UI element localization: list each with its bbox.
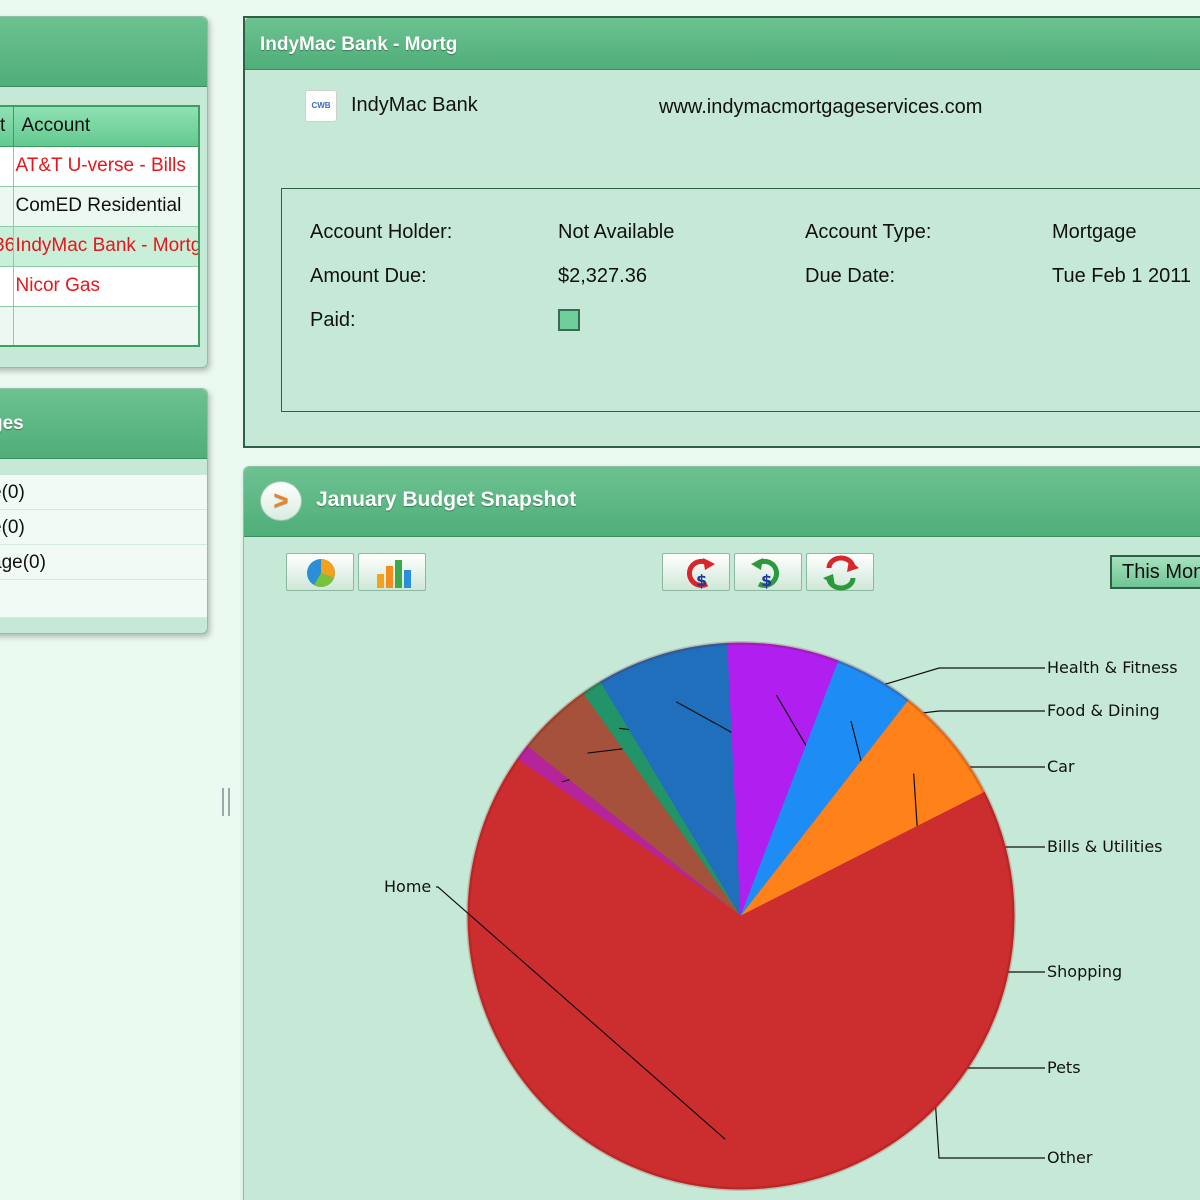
detail-panel-title: IndyMac Bank - Mortg xyxy=(260,34,458,55)
pie-label: Shopping xyxy=(1047,962,1122,981)
list-item xyxy=(0,580,207,618)
table-row-selected[interactable]: 36 IndyMac Bank - Mortg xyxy=(0,225,200,267)
row-amount xyxy=(0,305,14,347)
row-account[interactable] xyxy=(12,305,200,347)
table-row[interactable] xyxy=(0,305,200,347)
row-account[interactable]: ComED Residential xyxy=(12,185,200,227)
changes-panel-title: ges xyxy=(0,413,24,434)
row-account[interactable]: AT&T U-verse - Bills xyxy=(12,145,200,187)
panel-splitter-handle[interactable] xyxy=(222,788,230,816)
pie-label: Car xyxy=(1047,757,1075,776)
account-type-value: Mortgage xyxy=(1052,221,1137,243)
row-amount xyxy=(0,265,14,307)
table-row[interactable]: Nicor Gas xyxy=(0,265,200,307)
row-account[interactable]: Nicor Gas xyxy=(12,265,200,307)
bills-panel-header xyxy=(0,17,207,87)
pie-label: Home xyxy=(384,877,431,896)
budget-snapshot-panel: > January Budget Snapshot $ $ This Mo He… xyxy=(243,466,1200,1200)
changes-panel-header: ges xyxy=(0,389,207,459)
pie-label: Health & Fitness xyxy=(1047,658,1178,677)
pie-label: Bills & Utilities xyxy=(1047,837,1163,856)
account-holder-label: Account Holder: xyxy=(310,221,453,243)
bills-panel: t Account AT&T U-verse - Bills ComED Res… xyxy=(0,16,208,368)
changes-panel: ges e(0) e(0) age(0) xyxy=(0,388,208,634)
paid-label: Paid: xyxy=(310,309,356,331)
table-row[interactable]: AT&T U-verse - Bills xyxy=(0,145,200,187)
list-item[interactable]: e(0) xyxy=(0,510,207,545)
amount-due-value: $2,327.36 xyxy=(558,265,647,287)
detail-panel-header: IndyMac Bank - Mortg xyxy=(245,18,1200,70)
account-type-label: Account Type: xyxy=(805,221,932,243)
due-date-value: Tue Feb 1 2011 xyxy=(1052,265,1191,287)
account-column-header[interactable]: Account xyxy=(12,105,200,147)
table-row[interactable]: ComED Residential xyxy=(0,185,200,227)
row-amount xyxy=(0,145,14,187)
pie-label: Pets xyxy=(1047,1058,1081,1077)
pie-label: Food & Dining xyxy=(1047,701,1160,720)
budget-pie-chart: Health & Fitness Food & Dining Car Bills & … xyxy=(384,641,1178,1191)
list-item[interactable]: e(0) xyxy=(0,475,207,510)
row-amount xyxy=(0,185,14,227)
bank-url-link[interactable]: www.indymacmortgageservices.com xyxy=(659,96,982,119)
bills-table: t Account AT&T U-verse - Bills ComED Res… xyxy=(0,105,200,347)
bank-logo-icon: CWB xyxy=(305,90,337,122)
amount-column-header[interactable]: t xyxy=(0,105,14,147)
account-holder-value: Not Available xyxy=(558,221,675,243)
due-date-label: Due Date: xyxy=(805,265,896,287)
list-item[interactable]: age(0) xyxy=(0,545,207,580)
bank-name: IndyMac Bank xyxy=(351,94,478,116)
account-info-box: Account Holder: Not Available Account Ty… xyxy=(281,188,1200,412)
row-account[interactable]: IndyMac Bank - Mortg xyxy=(12,225,200,267)
amount-due-label: Amount Due: xyxy=(310,265,427,287)
paid-checkbox[interactable] xyxy=(558,309,580,331)
pie-label: Other xyxy=(1047,1148,1093,1167)
account-detail-panel: IndyMac Bank - Mortg CWB IndyMac Bank ww… xyxy=(243,16,1200,448)
row-amount: 36 xyxy=(0,225,14,267)
